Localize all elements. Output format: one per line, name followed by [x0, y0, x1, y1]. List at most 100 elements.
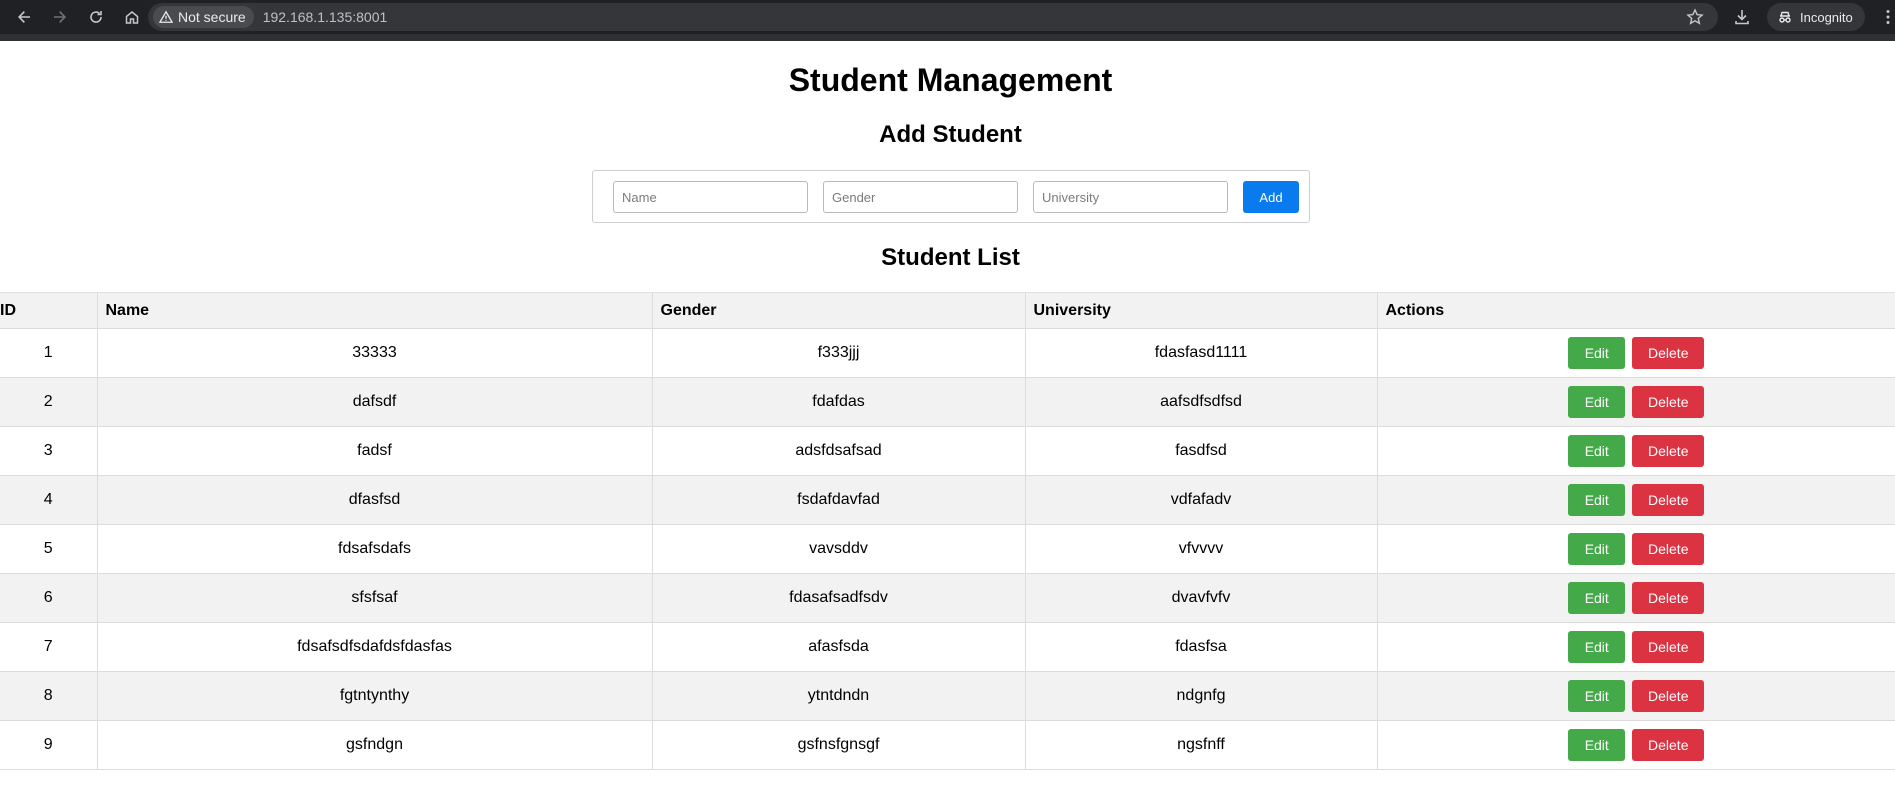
cell-actions: Edit Delete: [1376, 622, 1895, 672]
incognito-badge[interactable]: Incognito: [1767, 3, 1865, 31]
security-label: Not secure: [178, 9, 246, 25]
bookmark-star-icon[interactable]: [1686, 8, 1704, 26]
cell-university: fasdfsd: [1024, 426, 1378, 476]
add-student-form: Add: [592, 170, 1310, 223]
university-input[interactable]: [1033, 181, 1228, 213]
table-row: 3 fadsf adsfdsafsad fasdfsd Edit Delete: [0, 426, 1895, 476]
cell-id: 7: [0, 622, 98, 672]
student-list-heading: Student List: [881, 244, 1020, 271]
row-actions: Edit Delete: [1386, 386, 1888, 418]
header-university: University: [1024, 292, 1378, 329]
cell-gender: f333jjj: [651, 328, 1026, 378]
delete-button[interactable]: Delete: [1632, 533, 1705, 565]
cell-name: 33333: [96, 328, 653, 378]
name-input[interactable]: [613, 181, 808, 213]
cell-university: dvavfvfv: [1024, 573, 1378, 623]
cell-gender: fdasafsadfsdv: [651, 573, 1026, 623]
cell-gender: fdafdas: [651, 377, 1026, 427]
row-actions: Edit Delete: [1386, 631, 1888, 663]
address-bar[interactable]: Not secure 192.168.1.135:8001: [148, 3, 1718, 31]
cell-id: 4: [0, 475, 98, 525]
cell-id: 2: [0, 377, 98, 427]
cell-university: vfvvvv: [1024, 524, 1378, 574]
cell-gender: fsdafdavfad: [651, 475, 1026, 525]
cell-university: ngsfnff: [1024, 720, 1378, 770]
gender-input[interactable]: [823, 181, 1018, 213]
browser-toolbar: Not secure 192.168.1.135:8001 Incognito: [0, 0, 1895, 34]
table-row: 2 dafsdf fdafdas aafsdfsdfsd Edit Delete: [0, 377, 1895, 427]
cell-name: sfsfsaf: [96, 573, 653, 623]
cell-id: 9: [0, 720, 98, 770]
delete-button[interactable]: Delete: [1632, 435, 1705, 467]
cell-name: fgtntynthy: [96, 671, 653, 721]
edit-button[interactable]: Edit: [1568, 386, 1626, 418]
cell-actions: Edit Delete: [1376, 524, 1895, 574]
row-actions: Edit Delete: [1386, 484, 1888, 516]
cell-actions: Edit Delete: [1376, 573, 1895, 623]
cell-id: 1: [0, 328, 98, 378]
add-student-heading: Add Student: [879, 121, 1022, 148]
table-row: 4 dfasfsd fsdafdavfad vdfafadv Edit Delete: [0, 475, 1895, 525]
edit-button[interactable]: Edit: [1568, 631, 1626, 663]
cell-actions: Edit Delete: [1376, 426, 1895, 476]
edit-button[interactable]: Edit: [1568, 680, 1626, 712]
table-body: 1 33333 f333jjj fdasfasd1111 Edit Delete 2 dafs…: [0, 328, 1895, 770]
edit-button[interactable]: Edit: [1568, 435, 1626, 467]
cell-actions: Edit Delete: [1376, 671, 1895, 721]
table-row: 9 gsfndgn gsfnsfgnsgf ngsfnff Edit Delete: [0, 720, 1895, 770]
cell-university: aafsdfsdfsd: [1024, 377, 1378, 427]
edit-button[interactable]: Edit: [1568, 582, 1626, 614]
cell-name: fdsafsdfsdafdsfdasfas: [96, 622, 653, 672]
edit-button[interactable]: Edit: [1568, 337, 1626, 369]
url-text[interactable]: 192.168.1.135:8001: [263, 9, 388, 25]
cell-university: vdfafadv: [1024, 475, 1378, 525]
incognito-icon: [1779, 11, 1791, 23]
security-indicator[interactable]: Not secure: [153, 6, 254, 28]
home-icon[interactable]: [120, 5, 144, 29]
cell-actions: Edit Delete: [1376, 475, 1895, 525]
forward-arrow-icon[interactable]: [48, 5, 72, 29]
header-id: ID: [0, 292, 98, 329]
toolbar-divider: [0, 34, 1895, 41]
delete-button[interactable]: Delete: [1632, 582, 1705, 614]
reload-icon[interactable]: [84, 5, 108, 29]
download-icon[interactable]: [1733, 8, 1751, 26]
cell-id: 3: [0, 426, 98, 476]
row-actions: Edit Delete: [1386, 337, 1888, 369]
edit-button[interactable]: Edit: [1568, 484, 1626, 516]
kebab-menu-icon[interactable]: [1885, 9, 1891, 25]
add-button[interactable]: Add: [1243, 181, 1299, 213]
edit-button[interactable]: Edit: [1568, 533, 1626, 565]
delete-button[interactable]: Delete: [1632, 729, 1705, 761]
cell-name: fdsafsdafs: [96, 524, 653, 574]
row-actions: Edit Delete: [1386, 680, 1888, 712]
table-row: 1 33333 f333jjj fdasfasd1111 Edit Delete: [0, 328, 1895, 378]
student-table: ID Name Gender University Actions 1 33333…: [0, 292, 1895, 770]
cell-actions: Edit Delete: [1376, 720, 1895, 770]
row-actions: Edit Delete: [1386, 533, 1888, 565]
table-row: 7 fdsafsdfsdafdsfdasfas afasfsda fdasfsa Edi…: [0, 622, 1895, 672]
cell-actions: Edit Delete: [1376, 328, 1895, 378]
table-row: 6 sfsfsaf fdasafsadfsdv dvavfvfv Edit Delete: [0, 573, 1895, 623]
delete-button[interactable]: Delete: [1632, 680, 1705, 712]
cell-gender: afasfsda: [651, 622, 1026, 672]
delete-button[interactable]: Delete: [1632, 386, 1705, 418]
table-row: 8 fgtntynthy ytntdndn ndgnfg Edit Delete: [0, 671, 1895, 721]
cell-id: 8: [0, 671, 98, 721]
delete-button[interactable]: Delete: [1632, 484, 1705, 516]
profile-label: Incognito: [1800, 9, 1853, 25]
edit-button[interactable]: Edit: [1568, 729, 1626, 761]
cell-id: 6: [0, 573, 98, 623]
delete-button[interactable]: Delete: [1632, 631, 1705, 663]
cell-gender: adsfdsafsad: [651, 426, 1026, 476]
cell-university: fdasfsa: [1024, 622, 1378, 672]
header-name: Name: [96, 292, 653, 329]
back-arrow-icon[interactable]: [12, 5, 36, 29]
header-actions: Actions: [1376, 292, 1895, 329]
row-actions: Edit Delete: [1386, 435, 1888, 467]
row-actions: Edit Delete: [1386, 729, 1888, 761]
page-title: Student Management: [788, 62, 1113, 98]
cell-university: ndgnfg: [1024, 671, 1378, 721]
cell-gender: vavsddv: [651, 524, 1026, 574]
delete-button[interactable]: Delete: [1632, 337, 1705, 369]
